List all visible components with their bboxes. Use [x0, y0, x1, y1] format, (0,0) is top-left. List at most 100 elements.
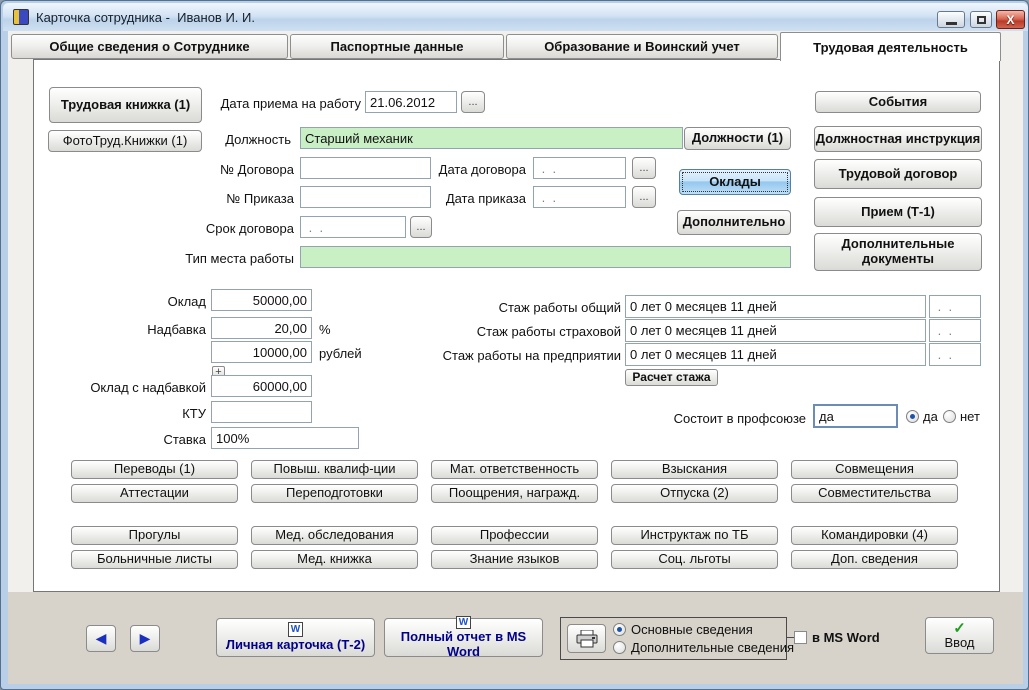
labor-contract-button[interactable]: Трудовой договор	[814, 159, 982, 189]
contract-term-input[interactable]	[300, 216, 406, 238]
contract-date-label: Дата договора	[421, 162, 526, 177]
tab-passport-data[interactable]: Паспортные данные	[290, 34, 504, 59]
union-input[interactable]	[813, 404, 898, 428]
contract-term-picker-button[interactable]: ...	[410, 216, 432, 238]
calc-seniority-button[interactable]: Расчет стажа	[625, 369, 718, 386]
salaries-button[interactable]: Оклады	[679, 169, 791, 195]
photo-work-books-button[interactable]: ФотоТруд.Книжки (1)	[48, 130, 202, 152]
full-report-word-button[interactable]: W Полный отчет в MS Word	[384, 618, 543, 657]
personal-card-label: Личная карточка (Т-2)	[226, 638, 365, 653]
bonus-percent-input[interactable]	[211, 317, 312, 339]
ktu-input[interactable]	[211, 401, 312, 423]
material-responsibility-button[interactable]: Мат. ответственность	[431, 460, 598, 479]
tab-label: Паспортные данные	[330, 39, 463, 54]
left-arrow-icon: ◀	[96, 631, 107, 647]
workplace-type-input[interactable]	[300, 246, 791, 268]
contract-date-picker-button[interactable]: ...	[632, 157, 656, 179]
print-basic-radio[interactable]	[613, 623, 626, 636]
rate-input[interactable]	[211, 427, 359, 449]
restore-icon	[977, 16, 986, 24]
in-ms-word-checkbox[interactable]	[794, 631, 807, 644]
professions-button[interactable]: Профессии	[431, 526, 598, 545]
hire-date-label: Дата приема на работу	[191, 96, 361, 111]
salary-with-bonus-input[interactable]	[211, 375, 312, 397]
employee-card-window: Карточка сотрудника - Иванов И. И. X Общ…	[0, 0, 1029, 690]
penalties-button[interactable]: Взыскания	[611, 460, 778, 479]
order-no-label: № Приказа	[194, 191, 294, 206]
contract-no-label: № Договора	[194, 162, 294, 177]
print-basic-option[interactable]: Основные сведения	[613, 622, 753, 637]
order-date-input[interactable]	[533, 186, 626, 208]
bonus-rub-input[interactable]	[211, 341, 312, 363]
additional-documents-button[interactable]: Дополнительные документы	[814, 233, 982, 271]
absenteeism-button[interactable]: Прогулы	[71, 526, 238, 545]
union-no-option[interactable]: нет	[943, 409, 980, 424]
retraining-button[interactable]: Переподготовки	[251, 484, 418, 503]
union-no-radio[interactable]	[943, 410, 956, 423]
window-title: Карточка сотрудника - Иванов И. И.	[36, 10, 255, 25]
in-ms-word-label: в MS Word	[812, 630, 880, 645]
rate-label: Ставка	[106, 432, 206, 447]
in-ms-word-option[interactable]: в MS Word	[794, 630, 880, 645]
seniority-total-date-input[interactable]	[929, 295, 981, 318]
close-button[interactable]: X	[996, 10, 1025, 29]
next-record-button[interactable]: ▶	[130, 625, 160, 652]
tab-general-info[interactable]: Общие сведения о Сотруднике	[11, 34, 288, 59]
seniority-total-label: Стаж работы общий	[391, 300, 621, 315]
business-trips-button[interactable]: Командировки (4)	[791, 526, 958, 545]
events-button[interactable]: События	[815, 91, 981, 113]
tab-education-military[interactable]: Образование и Воинский учет	[506, 34, 778, 59]
rewards-button[interactable]: Поощрения, награжд.	[431, 484, 598, 503]
combinations-button[interactable]: Совмещения	[791, 460, 958, 479]
enter-button[interactable]: ✓ Ввод	[925, 617, 994, 654]
hire-date-input[interactable]	[365, 91, 457, 113]
safety-briefing-button[interactable]: Инструктаж по ТБ	[611, 526, 778, 545]
hiring-t1-button[interactable]: Прием (Т-1)	[814, 197, 982, 227]
workplace-type-label: Тип места работы	[179, 251, 294, 266]
attestations-button[interactable]: Аттестации	[71, 484, 238, 503]
union-yes-radio[interactable]	[906, 410, 919, 423]
language-skills-button[interactable]: Знание языков	[431, 550, 598, 569]
additional-info-button[interactable]: Доп. сведения	[791, 550, 958, 569]
medical-examinations-button[interactable]: Мед. обследования	[251, 526, 418, 545]
tab-label: Трудовая деятельность	[813, 40, 968, 55]
enter-label: Ввод	[945, 636, 975, 651]
print-additional-radio[interactable]	[613, 641, 626, 654]
position-input[interactable]	[300, 127, 683, 149]
union-yes-option[interactable]: да	[906, 409, 938, 424]
minimize-button[interactable]	[937, 11, 965, 28]
print-additional-option[interactable]: Дополнительные сведения	[613, 640, 794, 655]
seniority-total-input[interactable]	[625, 295, 926, 318]
seniority-company-input[interactable]	[625, 343, 926, 366]
transfers-button[interactable]: Переводы (1)	[71, 460, 238, 479]
hire-date-picker-button[interactable]: ...	[461, 91, 485, 113]
positions-button[interactable]: Должности (1)	[684, 127, 791, 150]
minimize-icon	[946, 22, 957, 25]
vacations-button[interactable]: Отпуска (2)	[611, 484, 778, 503]
contract-no-input[interactable]	[300, 157, 431, 179]
job-description-button[interactable]: Должностная инструкция	[814, 126, 982, 152]
seniority-insurance-input[interactable]	[625, 319, 926, 342]
print-additional-label: Дополнительные сведения	[631, 640, 794, 655]
order-date-picker-button[interactable]: ...	[632, 186, 656, 208]
order-no-input[interactable]	[300, 186, 431, 208]
seniority-company-date-input[interactable]	[929, 343, 981, 366]
social-benefits-button[interactable]: Соц. льготы	[611, 550, 778, 569]
personal-card-t2-button[interactable]: W Личная карточка (Т-2)	[216, 618, 375, 657]
qualification-upgrade-button[interactable]: Повыш. квалиф-ции	[251, 460, 418, 479]
medical-book-button[interactable]: Мед. книжка	[251, 550, 418, 569]
seniority-insurance-date-input[interactable]	[929, 319, 981, 342]
full-report-label: Полный отчет в MS Word	[385, 630, 542, 659]
percent-suffix: %	[319, 322, 331, 337]
prev-record-button[interactable]: ◀	[86, 625, 116, 652]
sick-leave-button[interactable]: Больничные листы	[71, 550, 238, 569]
work-book-button[interactable]: Трудовая книжка (1)	[49, 87, 202, 123]
restore-button[interactable]	[970, 11, 992, 28]
additional-button[interactable]: Дополнительно	[677, 210, 791, 235]
secondary-employment-button[interactable]: Совместительства	[791, 484, 958, 503]
tab-work-activity[interactable]: Трудовая деятельность	[780, 32, 1001, 61]
salary-input[interactable]	[211, 289, 312, 311]
print-button[interactable]	[567, 624, 606, 653]
union-label: Состоит в профсоюзе	[656, 411, 806, 426]
contract-date-input[interactable]	[533, 157, 626, 179]
